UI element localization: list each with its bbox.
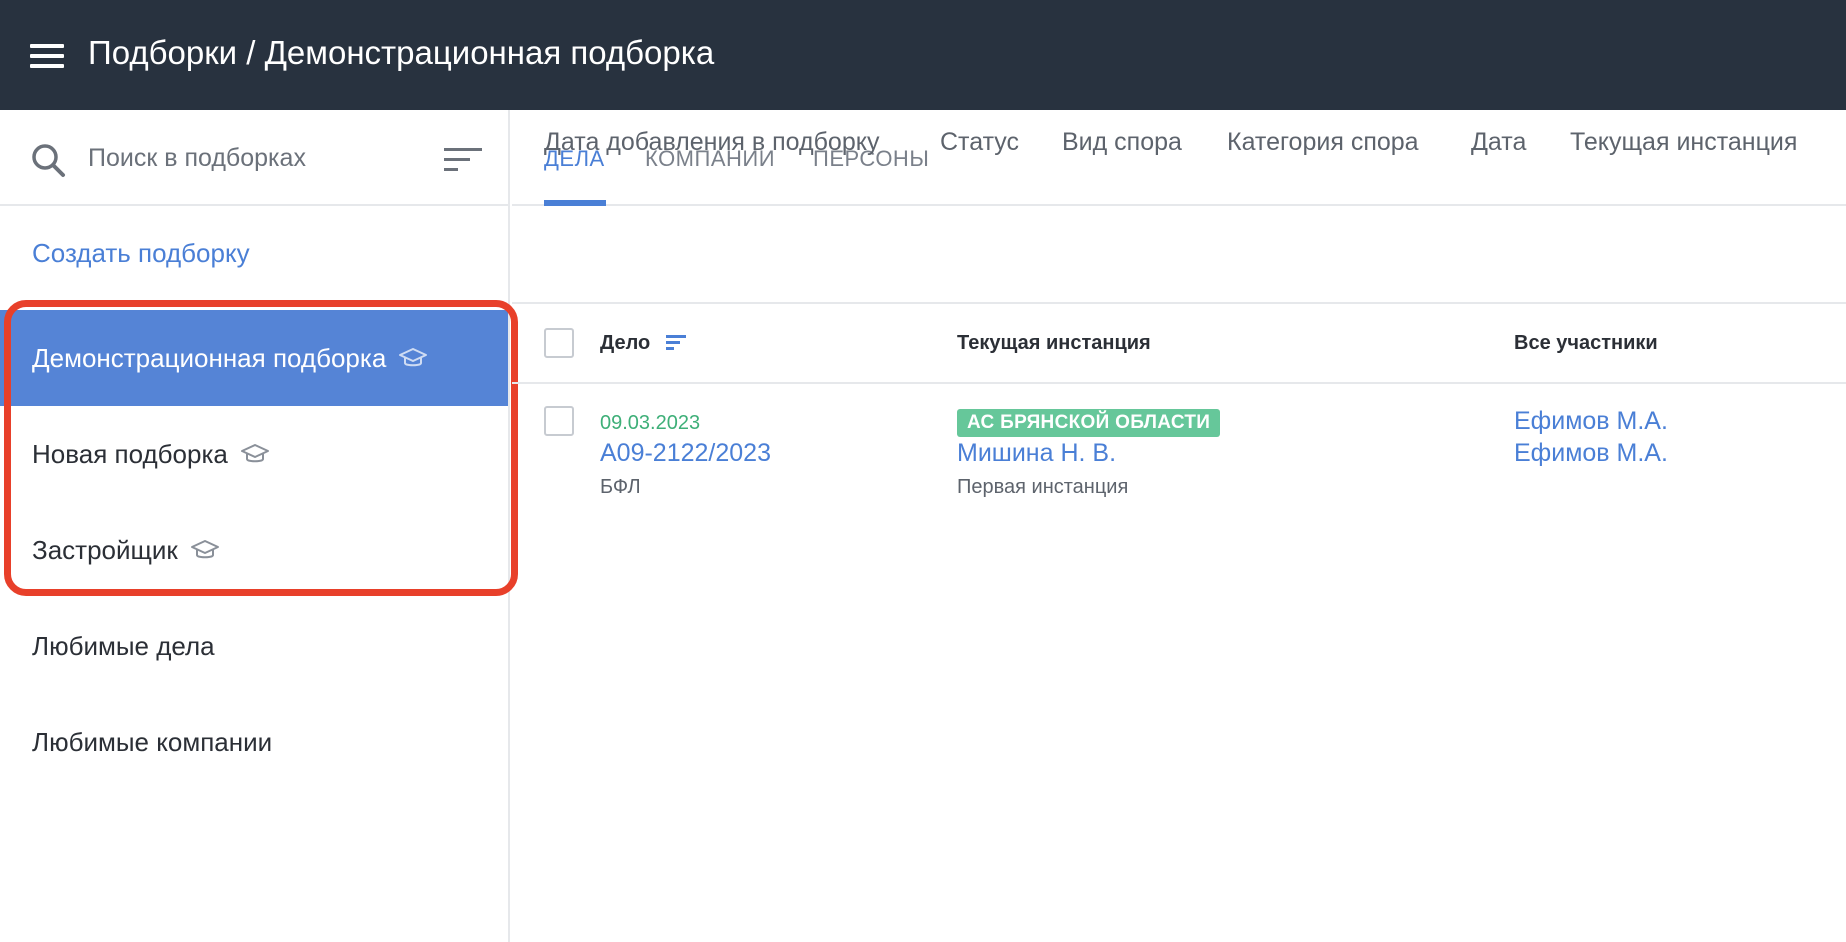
main-content: ДЕЛА КОМПАНИИ ПЕРСОНЫ	[512, 110, 1846, 942]
collection-item-developer[interactable]: Застройщик	[0, 502, 508, 598]
filter-current-instance[interactable]: Текущая инстанция	[1570, 128, 1797, 157]
menu-icon[interactable]	[30, 40, 64, 68]
collection-item-demo[interactable]: Демонстрационная подборка	[0, 310, 508, 406]
filter-status[interactable]: Статус	[940, 128, 1019, 157]
sort-icon[interactable]	[666, 334, 688, 352]
instance-label: Первая инстанция	[957, 476, 1129, 498]
case-type: БФЛ	[600, 476, 641, 498]
filter-dispute-category[interactable]: Категория спора	[1227, 128, 1419, 157]
graduation-cap-icon	[190, 540, 219, 559]
participant-link[interactable]: Ефимов М.А.	[1514, 407, 1668, 436]
graduation-cap-icon	[399, 348, 428, 367]
filter-bar	[512, 208, 1846, 304]
search-icon	[32, 144, 65, 177]
collection-item-label: Застройщик	[32, 534, 178, 565]
create-collection-link[interactable]: Создать подборку	[32, 238, 250, 269]
collection-item-favorite-companies[interactable]: Любимые компании	[0, 694, 508, 790]
filter-dispute-type[interactable]: Вид спора	[1062, 128, 1182, 157]
page-title: Подборки / Демонстрационная подборка	[88, 34, 715, 71]
judge-link[interactable]: Мишина Н. В.	[957, 439, 1116, 468]
collection-item-label: Демонстрационная подборка	[32, 342, 387, 373]
search-input[interactable]	[88, 136, 418, 180]
sidebar: Создать подборку Демонстрационная подбор…	[0, 110, 510, 942]
collection-list: Демонстрационная подборка Новая подборка…	[0, 310, 508, 790]
filter-date-added[interactable]: Дата добавления в подборку	[544, 128, 879, 157]
sort-icon[interactable]	[444, 146, 482, 174]
filter-date[interactable]: Дата	[1471, 128, 1526, 157]
select-all-checkbox[interactable]	[544, 328, 574, 358]
column-header-current-instance[interactable]: Текущая инстанция	[957, 332, 1151, 355]
column-header-participants[interactable]: Все участники	[1514, 332, 1658, 355]
active-tab-indicator	[544, 200, 606, 206]
participant-link[interactable]: Ефимов М.А.	[1514, 439, 1668, 468]
court-badge: АС БРЯНСКОЙ ОБЛАСТИ	[957, 409, 1221, 437]
collection-item-label: Любимые дела	[32, 630, 215, 661]
sidebar-search	[0, 110, 508, 206]
row-checkbox[interactable]	[544, 406, 574, 436]
case-number-link[interactable]: А09-2122/2023	[600, 439, 771, 468]
collection-item-new[interactable]: Новая подборка	[0, 406, 508, 502]
tabs: ДЕЛА КОМПАНИИ ПЕРСОНЫ	[512, 110, 1846, 206]
column-header-case[interactable]: Дело	[600, 332, 650, 355]
collection-item-favorite-cases[interactable]: Любимые дела	[0, 598, 508, 694]
case-date: 09.03.2023	[600, 412, 701, 434]
collection-item-label: Новая подборка	[32, 438, 228, 469]
graduation-cap-icon	[240, 444, 269, 463]
top-bar: Подборки / Демонстрационная подборка	[0, 0, 1846, 110]
collection-item-label: Любимые компании	[32, 726, 273, 757]
